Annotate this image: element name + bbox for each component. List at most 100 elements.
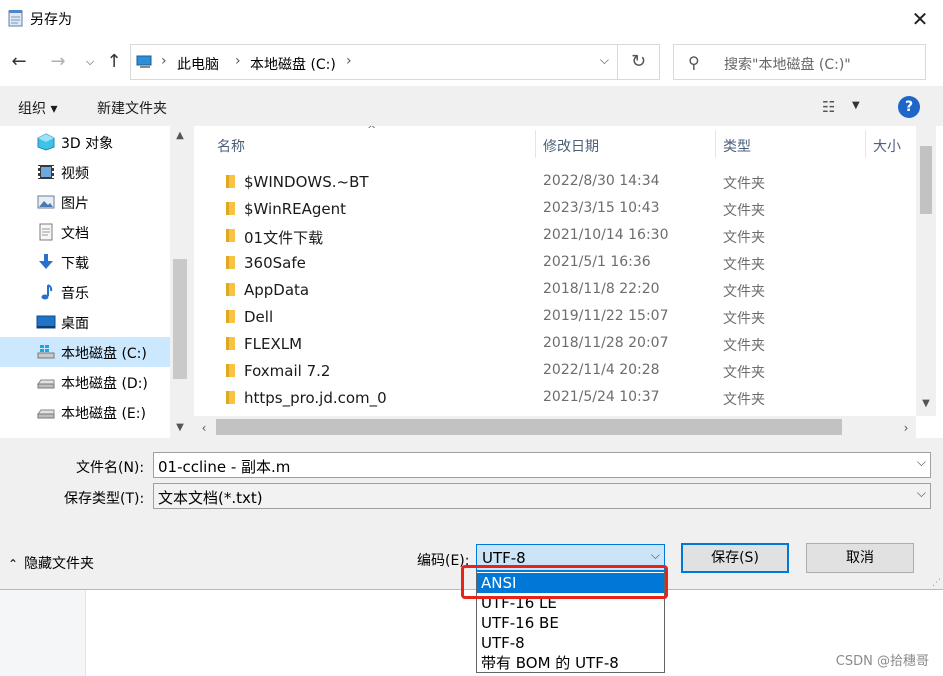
column-divider[interactable] [715,130,716,158]
file-name: Foxmail 7.2 [244,362,331,380]
file-list-vertical-scrollbar[interactable]: ▼ [916,126,936,416]
breadcrumb-this-pc[interactable]: 此电脑 [177,54,219,74]
nav-scrollbar-thumb[interactable] [173,259,187,379]
nav-item-drive-c[interactable]: 本地磁盘 (C:) [0,337,170,367]
folder-icon [226,229,235,242]
folder-icon [226,202,235,215]
sort-ascending-icon: ^ [367,126,377,136]
nav-item-documents[interactable]: 文档 [0,217,170,247]
column-header-type[interactable]: 类型 [723,136,751,156]
arrow-up-icon: ↑ [106,51,122,72]
folder-icon [226,391,235,404]
file-list-scrollbar-thumb[interactable] [920,146,932,214]
search-icon: ⚲ [688,53,700,72]
file-list-horizontal-scrollbar[interactable]: ‹ › [194,416,916,438]
address-bar[interactable]: › 此电脑 › 本地磁盘 (C:) › ⌵ [130,44,618,80]
column-header-date[interactable]: 修改日期 [543,136,599,156]
folder-icon [226,310,235,323]
cancel-button[interactable]: 取消 [806,543,914,573]
encoding-option-utf8-bom[interactable]: 带有 BOM 的 UTF-8 [477,653,664,673]
file-row[interactable]: AppData 2018/11/8 22:20 文件夹 [194,276,914,303]
recent-locations-button[interactable]: ⌵ [78,50,102,74]
computer-icon [136,55,152,68]
nav-label: 文档 [61,226,89,242]
nav-label: 图片 [61,196,89,212]
file-row[interactable]: Foxmail 7.2 2022/11/4 20:28 文件夹 [194,357,914,384]
chevron-up-icon: ⌃ [8,557,19,571]
hide-folders-label: 隐藏文件夹 [24,556,95,572]
file-row[interactable]: FLEXLM 2018/11/28 20:07 文件夹 [194,330,914,357]
folder-icon [226,337,235,350]
nav-label: 本地磁盘 (E:) [61,406,146,422]
cube-3d-icon [37,133,55,151]
hide-folders-toggle[interactable]: ⌃ 隐藏文件夹 [8,553,94,573]
scroll-down-icon[interactable]: ▼ [170,422,190,433]
filename-input[interactable]: 01-ccline - 副本.m ⌵ [153,452,931,478]
address-dropdown-icon[interactable]: ⌵ [600,53,609,68]
file-row[interactable]: 360Safe 2021/5/1 16:36 文件夹 [194,249,914,276]
nav-item-music[interactable]: 音乐 [0,277,170,307]
file-type: 文件夹 [723,392,765,408]
file-date: 2018/11/8 22:20 [543,281,660,297]
nav-item-downloads[interactable]: 下载 [0,247,170,277]
file-type: 文件夹 [723,176,765,192]
file-row[interactable]: Dell 2019/11/22 15:07 文件夹 [194,303,914,330]
view-options-icon[interactable]: ☷ [822,98,835,116]
back-button[interactable]: ← [7,50,31,74]
breadcrumb-separator-icon: › [161,53,167,69]
nav-item-videos[interactable]: 视频 [0,157,170,187]
nav-item-desktop[interactable]: 桌面 [0,307,170,337]
up-button[interactable]: ↑ [102,50,126,74]
file-row[interactable]: https_pro.jd.com_0 2021/5/24 10:37 文件夹 [194,384,914,411]
column-header-name[interactable]: 名称 [217,136,245,156]
new-folder-button[interactable]: 新建文件夹 [97,98,167,118]
breadcrumb-separator-icon: › [346,53,352,69]
nav-scrollbar[interactable]: ▲ ▼ [170,126,190,438]
scroll-left-icon[interactable]: ‹ [194,421,214,435]
save-as-dialog: 另存为 ✕ ← → ⌵ ↑ › 此电脑 › 本地磁盘 (C:) › ⌵ ↻ ⚲ … [0,0,943,590]
chevron-down-icon[interactable]: ⌵ [917,455,926,470]
file-date: 2022/8/30 14:34 [543,173,660,189]
filetype-select[interactable]: 文本文档(*.txt) ⌵ [153,483,931,509]
close-button[interactable]: ✕ [903,2,937,36]
view-dropdown-icon[interactable]: ▼ [852,100,860,111]
chevron-down-icon[interactable]: ⌵ [917,486,926,501]
scroll-up-icon[interactable]: ▲ [170,130,190,141]
nav-item-drive-d[interactable]: 本地磁盘 (D:) [0,367,170,397]
file-row[interactable]: 01文件下载 2021/10/14 16:30 文件夹 [194,222,914,249]
file-type: 文件夹 [723,338,765,354]
file-row[interactable]: $WinREAgent 2023/3/15 10:43 文件夹 [194,195,914,222]
folder-icon [226,364,235,377]
encoding-option-utf8[interactable]: UTF-8 [477,633,664,653]
file-name: AppData [244,281,310,299]
nav-item-drive-e[interactable]: 本地磁盘 (E:) [0,397,170,427]
search-box[interactable]: ⚲ 搜索"本地磁盘 (C:)" [673,44,926,80]
scroll-down-icon[interactable]: ▼ [916,398,936,409]
horizontal-scrollbar-thumb[interactable] [216,419,842,435]
save-button[interactable]: 保存(S) [681,543,789,573]
file-date: 2021/5/1 16:36 [543,254,651,270]
refresh-button[interactable]: ↻ [618,44,660,80]
encoding-option-utf16be[interactable]: UTF-16 BE [477,613,664,633]
column-divider[interactable] [865,130,866,158]
column-divider[interactable] [535,130,536,158]
file-row[interactable]: $WINDOWS.~BT 2022/8/30 14:34 文件夹 [194,168,914,195]
background-sidebar [0,590,86,676]
nav-item-3d-objects[interactable]: 3D 对象 [0,127,170,157]
resize-grip-icon[interactable]: ⋰ [932,578,941,588]
help-icon[interactable]: ? [898,96,920,118]
organize-menu[interactable]: 组织 ▾ [18,98,57,118]
picture-icon [37,195,55,209]
file-name: https_pro.jd.com_0 [244,389,387,407]
file-type: 文件夹 [723,284,765,300]
search-placeholder: 搜索"本地磁盘 (C:)" [724,57,851,73]
breadcrumb-drive-c[interactable]: 本地磁盘 (C:) [250,54,336,74]
forward-button[interactable]: → [46,50,70,74]
chevron-down-icon: ⌵ [85,55,95,68]
file-date: 2022/11/4 20:28 [543,362,660,378]
annotation-highlight-box [461,565,668,599]
nav-item-pictures[interactable]: 图片 [0,187,170,217]
column-header-size[interactable]: 大小 [873,136,901,156]
scroll-right-icon[interactable]: › [896,421,916,435]
file-date: 2018/11/28 20:07 [543,335,669,351]
